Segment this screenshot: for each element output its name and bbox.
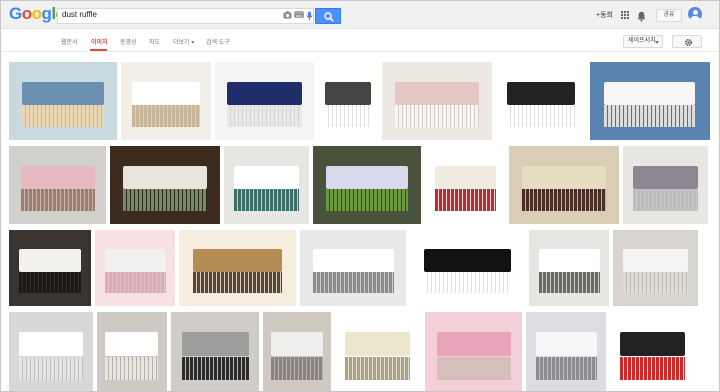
image-result-quilt-pink-skirt[interactable] [9,146,106,224]
image-result-iron-bed[interactable] [529,230,609,306]
image-result-white-ruffle-frame[interactable] [425,146,505,224]
image-result-gingham-panel[interactable] [171,312,259,391]
share-button[interactable]: 공유 [656,9,682,22]
tab-more[interactable]: 더보기 ▾ [173,37,194,46]
image-results-grid [1,56,719,391]
image-result-white-linen-bed[interactable] [300,230,406,306]
safesearch-label: 세이프서치 [628,38,656,44]
search-button[interactable] [315,8,341,24]
logo-letter: G [9,4,22,23]
image-result-eyelet-skirt[interactable] [590,62,710,140]
image-result-white-box-skirt[interactable] [9,312,93,391]
image-result-patent-diagram[interactable] [318,62,378,140]
tab-web[interactable]: 웹문서 [61,37,78,46]
logo-letter: o [31,4,42,23]
keyboard-icon[interactable] [294,11,304,20]
image-result-ruffled-quilt[interactable] [263,312,331,391]
search-icon [324,12,334,22]
apps-icon[interactable] [621,11,629,19]
settings-button[interactable] [672,35,702,48]
image-result-tiered-ruffle[interactable] [335,312,421,391]
top-bar: Google dust ruffle +동희 공유 [1,1,719,29]
image-result-bed-line-drawing[interactable] [410,230,525,306]
search-input[interactable]: dust ruffle [62,10,262,19]
image-result-pink-throw-bed[interactable] [382,62,492,140]
image-result-pink-crib[interactable] [95,230,175,306]
gear-icon [685,39,692,46]
image-result-grey-bedding[interactable] [623,146,708,224]
image-result-pleated-skirt[interactable] [97,312,167,391]
image-result-navy-skirt[interactable] [215,62,314,140]
image-result-tan-skirt[interactable] [179,230,296,306]
logo-letter: o [21,4,32,23]
image-result-white-skirt-hand[interactable] [121,62,211,140]
image-result-green-sheet-bed[interactable] [313,146,421,224]
tab-videos[interactable]: 동영상 [120,37,137,46]
bell-icon[interactable] [637,9,646,27]
active-tab-indicator [90,49,107,51]
tab-search-tools[interactable]: 검색 도구 [206,37,230,46]
camera-icon[interactable] [283,11,292,20]
image-result-teal-skirt[interactable] [224,146,309,224]
tab-images[interactable]: 이미지 [91,37,108,46]
image-result-pink-roses-bed[interactable] [425,312,522,391]
microphone-icon[interactable] [305,11,314,21]
image-result-green-skirt-room[interactable] [110,146,220,224]
chevron-down-icon [655,41,659,44]
search-box[interactable]: dust ruffle [57,8,314,24]
image-result-floral-bed[interactable] [9,62,117,140]
safesearch-dropdown[interactable]: 세이프서치 [623,35,663,48]
image-result-round-bed[interactable] [509,146,619,224]
image-result-canopy-room[interactable] [526,312,606,391]
image-result-headboard-bed[interactable] [613,230,698,306]
image-result-white-bed-dark[interactable] [9,230,91,306]
tab-maps[interactable]: 지도 [149,37,160,46]
image-result-ruffle-sketch-red[interactable] [610,312,696,391]
browser-page: Google dust ruffle +동희 공유 [0,0,720,392]
profile-link[interactable]: +동희 [596,10,613,20]
image-result-lace-sketch[interactable] [496,62,586,140]
search-tabs: 웹문서 이미지 동영상 지도 더보기 ▾ 검색 도구 세이프서치 [1,29,719,52]
logo-letter: g [41,4,52,23]
avatar[interactable] [688,7,702,21]
